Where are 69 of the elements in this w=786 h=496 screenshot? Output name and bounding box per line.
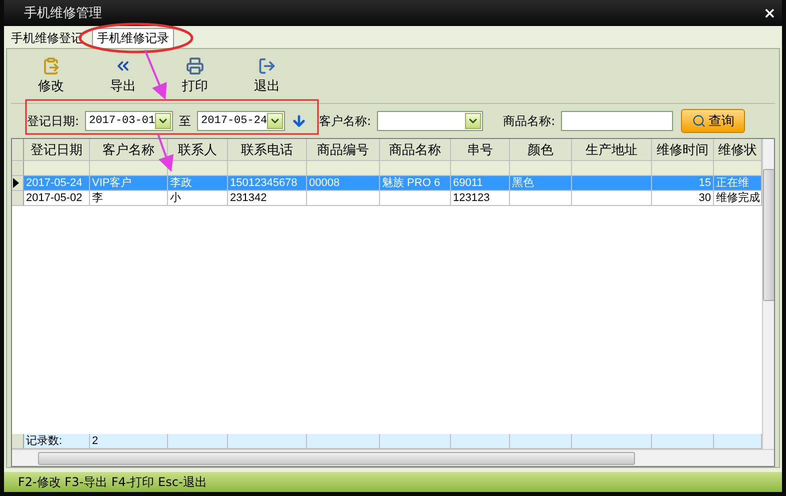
column-header[interactable]: 生产地址 bbox=[572, 139, 652, 161]
row-pointer-icon bbox=[12, 178, 20, 188]
field-label: 登记日期: bbox=[27, 112, 80, 130]
date-field[interactable]: 2017-05-24 bbox=[197, 111, 286, 131]
filter-cell[interactable] bbox=[380, 161, 451, 176]
table-cell: 2017-05-02 bbox=[24, 191, 90, 206]
filter-cell[interactable] bbox=[451, 161, 510, 176]
column-header[interactable]: 颜色 bbox=[510, 139, 572, 161]
table-cell: 123123 bbox=[451, 191, 510, 206]
table-cell bbox=[380, 191, 451, 206]
filter-cell[interactable] bbox=[307, 161, 380, 176]
date-field[interactable]: 2017-03-01 bbox=[85, 111, 174, 131]
column-header[interactable]: 登记日期 bbox=[24, 139, 90, 161]
filter-cell[interactable] bbox=[24, 161, 90, 176]
table-cell: 记录数: bbox=[24, 434, 90, 449]
column-header[interactable]: 维修状 bbox=[714, 139, 762, 161]
toolbar-button[interactable]: 修改 bbox=[23, 55, 79, 97]
table-cell bbox=[510, 191, 572, 206]
filter-cell[interactable] bbox=[90, 161, 168, 176]
close-button[interactable]: × bbox=[763, 4, 776, 22]
toolbar-button[interactable]: 打印 bbox=[167, 55, 223, 97]
column-header[interactable]: 商品编号 bbox=[307, 139, 380, 161]
column-header[interactable]: 客户名称 bbox=[90, 139, 168, 161]
annotation-arrow bbox=[157, 134, 174, 172]
printer-icon bbox=[186, 57, 204, 75]
door-exit-icon bbox=[258, 57, 276, 75]
field-label: 商品名称: bbox=[503, 112, 556, 130]
search-icon bbox=[692, 114, 706, 128]
dropdown-icon bbox=[155, 113, 172, 129]
table-cell bbox=[714, 434, 762, 449]
table-cell bbox=[380, 434, 451, 449]
column-header[interactable]: 维修时间 bbox=[652, 139, 714, 161]
horizontal-scrollbar[interactable] bbox=[12, 449, 774, 466]
column-header[interactable]: 串号 bbox=[451, 139, 510, 161]
filter-cell[interactable] bbox=[228, 161, 307, 176]
annotation-arrow bbox=[144, 50, 167, 100]
column-header[interactable]: 联系人 bbox=[168, 139, 228, 161]
table-row[interactable]: 2017-05-02 李 小 231342 123123 30 维修完成 bbox=[12, 191, 762, 206]
table-cell: 2 bbox=[90, 434, 168, 449]
window-title: 手机维修管理 bbox=[24, 5, 102, 22]
column-header[interactable]: 联系电话 bbox=[228, 139, 307, 161]
filter-cell[interactable] bbox=[572, 161, 652, 176]
filter-cell[interactable] bbox=[510, 161, 572, 176]
vertical-scrollbar[interactable] bbox=[762, 139, 774, 449]
tab[interactable]: 手机维修记录 bbox=[92, 28, 174, 48]
filter-cell[interactable] bbox=[652, 161, 714, 176]
field-label: 至 bbox=[179, 112, 192, 130]
dropdown-icon bbox=[465, 113, 482, 129]
table-cell bbox=[652, 434, 714, 449]
table-cell: 30 bbox=[652, 191, 714, 206]
table-cell bbox=[510, 434, 572, 449]
clipboard-icon bbox=[42, 57, 60, 75]
toolbar-button[interactable]: 退出 bbox=[239, 55, 295, 97]
filter-cell[interactable] bbox=[168, 161, 228, 176]
column-header[interactable]: 商品名称 bbox=[380, 139, 451, 161]
search-button[interactable]: 查询 bbox=[681, 109, 746, 133]
filter-cell[interactable] bbox=[714, 161, 762, 176]
table-cell bbox=[168, 434, 228, 449]
table-cell: 李 bbox=[90, 191, 168, 206]
toolbar-button[interactable]: 导出 bbox=[95, 55, 151, 97]
status-bar: F2-修改 F3-导出 F4-打印 Esc-退出 bbox=[4, 472, 782, 492]
dropdown-icon bbox=[267, 113, 284, 129]
product-field[interactable] bbox=[561, 111, 674, 131]
table-cell bbox=[451, 434, 510, 449]
table-cell: 231342 bbox=[228, 191, 307, 206]
field-label: 客户名称: bbox=[319, 112, 372, 130]
customer-dropdown[interactable] bbox=[377, 111, 484, 131]
table-cell: 小 bbox=[168, 191, 228, 206]
row-header[interactable] bbox=[12, 176, 24, 191]
